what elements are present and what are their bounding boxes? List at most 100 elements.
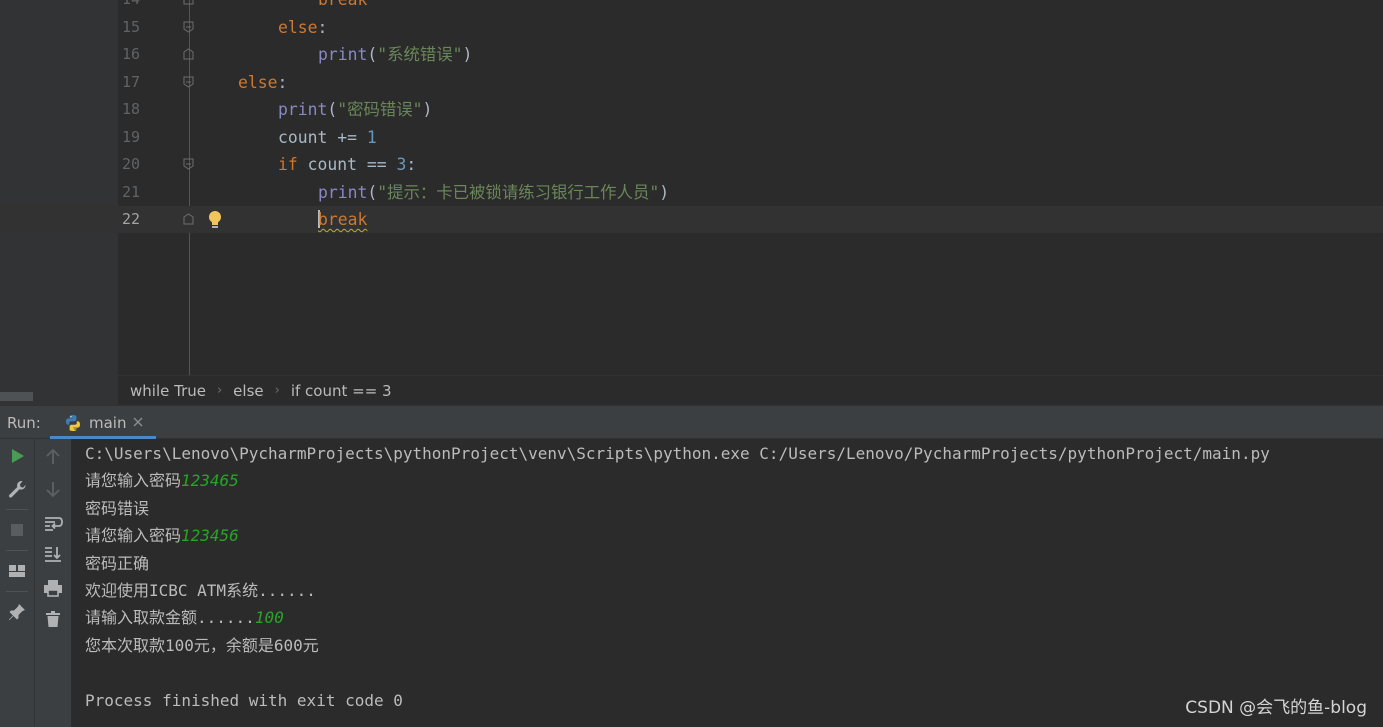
code-token: count == bbox=[297, 155, 397, 174]
code-token: if bbox=[278, 155, 298, 174]
console-user-input: 123465 bbox=[181, 471, 239, 491]
toolbar-separator bbox=[6, 591, 28, 592]
console-line: 请您输入密码123465 bbox=[85, 467, 239, 494]
console-user-input: 100 bbox=[254, 608, 284, 628]
code-text: else: bbox=[238, 69, 287, 96]
code-token: break bbox=[318, 210, 368, 229]
line-number: 20 bbox=[122, 155, 141, 173]
console-user-input: 123456 bbox=[181, 526, 239, 546]
code-text: break bbox=[318, 206, 367, 233]
run-toolbar-primary bbox=[0, 439, 35, 727]
code-text: print("系统错误") bbox=[318, 41, 472, 68]
code-line[interactable]: 22 break bbox=[0, 206, 1383, 233]
breadcrumb-separator-icon: › bbox=[216, 383, 223, 398]
code-token: ) bbox=[462, 45, 473, 64]
breadcrumb: while True › else › if count == 3 bbox=[118, 375, 1383, 405]
fold-marker-icon[interactable] bbox=[183, 21, 194, 33]
code-token: 1 bbox=[366, 127, 377, 147]
console-text: C:\Users\Lenovo\PycharmProjects\pythonPr… bbox=[85, 444, 1270, 463]
code-token: ( bbox=[367, 45, 378, 64]
console-text: 请您输入密码 bbox=[85, 471, 182, 491]
fold-marker-icon[interactable] bbox=[183, 213, 194, 225]
code-token: print bbox=[318, 45, 368, 64]
code-token: print bbox=[278, 100, 328, 119]
console-output[interactable]: C:\Users\Lenovo\PycharmProjects\pythonPr… bbox=[72, 439, 1383, 727]
line-number: 17 bbox=[122, 72, 141, 91]
console-line: 您本次取款100元，余额是600元 bbox=[85, 632, 319, 659]
line-number: 14 bbox=[122, 0, 146, 13]
code-token: ) bbox=[422, 100, 433, 119]
console-line: 密码错误 bbox=[85, 495, 149, 522]
code-line[interactable]: 15 else: bbox=[0, 14, 1383, 41]
arrow-up-icon[interactable] bbox=[42, 446, 64, 468]
breadcrumb-separator-icon: › bbox=[274, 383, 280, 398]
run-tab-main[interactable]: main bbox=[50, 406, 156, 439]
close-icon[interactable] bbox=[131, 415, 145, 429]
code-text: print("密码错误") bbox=[278, 96, 432, 123]
code-token: count += bbox=[278, 127, 367, 147]
run-toolbar-secondary bbox=[35, 439, 72, 727]
code-line[interactable]: 20 if count == 3: bbox=[0, 151, 1383, 178]
console-line: 请输入取款金额......100 bbox=[85, 604, 284, 631]
code-text: count += 1 bbox=[278, 124, 377, 151]
run-tool-window-header: Run: main bbox=[0, 405, 1383, 439]
console-text: 您本次取款100元，余额是600元 bbox=[85, 635, 319, 655]
code-token: : bbox=[277, 72, 288, 92]
pin-icon[interactable] bbox=[6, 601, 28, 623]
toolbar-separator bbox=[6, 550, 28, 551]
code-token: 3 bbox=[396, 155, 407, 174]
fold-marker-icon[interactable] bbox=[183, 48, 194, 60]
code-token: ( bbox=[327, 100, 338, 119]
fold-marker-icon[interactable] bbox=[183, 76, 194, 88]
code-line[interactable]: 17 else: bbox=[0, 69, 1383, 96]
line-number: 15 bbox=[122, 17, 141, 36]
arrow-down-icon[interactable] bbox=[42, 478, 64, 500]
console-text: 请输入取款金额...... bbox=[85, 608, 255, 628]
horizontal-scrollbar-thumb[interactable] bbox=[0, 392, 33, 401]
code-token: : bbox=[406, 155, 417, 174]
code-line[interactable]: 21 print("提示：卡已被锁请练习银行工作人员") bbox=[0, 179, 1383, 206]
run-tab-label: main bbox=[89, 414, 127, 432]
line-number: 16 bbox=[122, 45, 141, 63]
run-icon[interactable] bbox=[6, 445, 28, 467]
breadcrumb-item-if[interactable]: if count == 3 bbox=[291, 382, 392, 400]
console-text: 密码错误 bbox=[85, 498, 150, 518]
line-number: 18 bbox=[122, 100, 141, 118]
code-token: break bbox=[318, 0, 367, 9]
print-icon[interactable] bbox=[42, 577, 64, 599]
trash-icon[interactable] bbox=[42, 608, 64, 630]
lightbulb-icon[interactable] bbox=[206, 209, 224, 231]
code-line[interactable]: 16 print("系统错误") bbox=[0, 41, 1383, 68]
run-label: Run: bbox=[7, 414, 41, 432]
wrench-icon[interactable] bbox=[6, 478, 28, 500]
soft-wrap-icon[interactable] bbox=[42, 512, 64, 534]
code-token: ( bbox=[367, 182, 378, 202]
code-line[interactable]: 14 break bbox=[0, 0, 1383, 13]
code-token: else bbox=[238, 72, 278, 92]
console-line: C:\Users\Lenovo\PycharmProjects\pythonPr… bbox=[85, 440, 1270, 467]
code-line[interactable]: 18 print("密码错误") bbox=[0, 96, 1383, 123]
code-token: print bbox=[318, 182, 368, 202]
code-line[interactable]: 19 count += 1 bbox=[0, 124, 1383, 151]
layout-icon[interactable] bbox=[6, 560, 28, 582]
code-token: "提示：卡已被锁请练习银行工作人员" bbox=[377, 182, 660, 202]
line-number: 19 bbox=[122, 127, 141, 146]
code-token: ) bbox=[659, 182, 670, 202]
code-text: if count == 3: bbox=[278, 151, 416, 178]
code-text: else: bbox=[278, 14, 327, 41]
scroll-to-end-icon[interactable] bbox=[42, 543, 64, 565]
code-token: "密码错误" bbox=[337, 100, 423, 119]
console-line: 密码正确 bbox=[85, 550, 149, 577]
stop-icon[interactable] bbox=[6, 519, 28, 541]
fold-marker-icon[interactable] bbox=[183, 158, 194, 170]
console-text: Process finished with exit code 0 bbox=[85, 690, 403, 710]
breadcrumb-item-else[interactable]: else bbox=[233, 382, 263, 400]
fold-marker-icon[interactable] bbox=[183, 0, 194, 5]
console-line: 欢迎使用ICBC ATM系统...... bbox=[85, 577, 316, 604]
breadcrumb-item-while[interactable]: while True bbox=[130, 382, 206, 400]
line-number: 21 bbox=[122, 182, 141, 201]
line-number: 22 bbox=[122, 210, 141, 228]
code-token: "系统错误" bbox=[377, 45, 463, 64]
console-text: 密码正确 bbox=[85, 553, 150, 573]
code-text: break bbox=[318, 0, 367, 13]
